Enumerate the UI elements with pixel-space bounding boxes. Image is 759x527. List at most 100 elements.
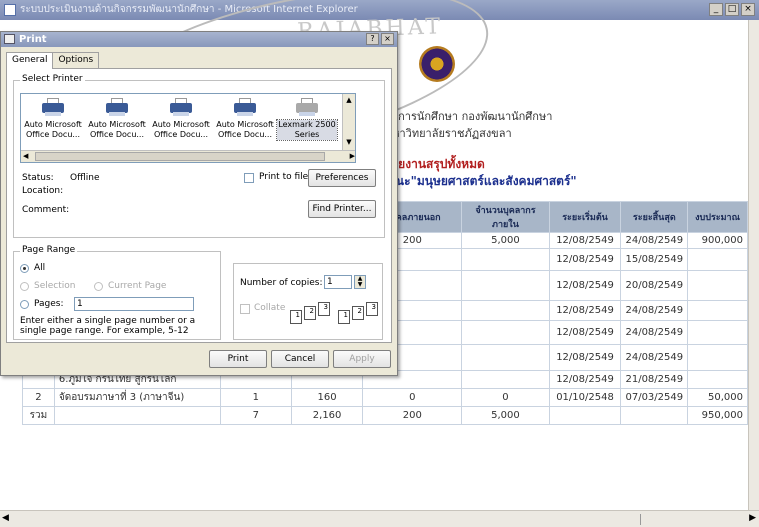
- copies-spinner-icon[interactable]: ▲ ▼: [354, 275, 366, 289]
- printer-item-selected[interactable]: Lexmark 2500 Series: [276, 98, 338, 141]
- page-vertical-scrollbar[interactable]: [748, 20, 759, 510]
- printer-list-hscroll[interactable]: ◀ ▶: [21, 150, 355, 162]
- printer-icon: [168, 98, 194, 116]
- range-selection-radio[interactable]: [20, 282, 29, 291]
- scroll-up-icon[interactable]: ▲: [343, 94, 355, 106]
- range-selection-label: Selection: [34, 281, 76, 291]
- select-printer-group: Select Printer Auto Microsoft Office Doc…: [13, 74, 385, 238]
- table-cell: [461, 344, 550, 371]
- table-cell: 2,160: [290, 406, 364, 425]
- collate-checkbox[interactable]: [240, 304, 250, 314]
- printer-item[interactable]: Auto Microsoft Office Docu...: [23, 98, 83, 140]
- table-cell: 900,000: [687, 232, 748, 249]
- cancel-button[interactable]: Cancel: [271, 350, 329, 368]
- table-cell: [53, 406, 221, 425]
- table-cell: [620, 406, 689, 425]
- table-cell: 5,000: [461, 406, 550, 425]
- printer-icon: [40, 98, 66, 116]
- page-range-hint: Enter either a single page number or a s…: [20, 316, 196, 336]
- page-range-label: Page Range: [20, 245, 78, 255]
- table-cell: 24/08/2549: [620, 320, 689, 345]
- table-cell: [687, 320, 748, 345]
- preferences-button[interactable]: Preferences: [308, 169, 376, 187]
- printer-item[interactable]: Auto Microsoft Office Docu...: [87, 98, 147, 140]
- table-cell: 21/08/2549: [620, 370, 689, 389]
- printer-icon: [4, 34, 15, 44]
- status-label: Status:: [22, 173, 54, 183]
- maximize-button[interactable]: □: [725, 3, 739, 16]
- help-button[interactable]: ?: [366, 33, 379, 45]
- printer-item[interactable]: Auto Microsoft Office Docu...: [151, 98, 211, 140]
- table-cell: 2: [22, 388, 55, 407]
- range-pages-label: Pages:: [34, 299, 64, 309]
- print-button[interactable]: Print: [209, 350, 267, 368]
- table-cell: 12/08/2549: [548, 248, 622, 271]
- printer-list[interactable]: Auto Microsoft Office Docu... Auto Micro…: [20, 93, 356, 163]
- general-tab-panel: Select Printer Auto Microsoft Office Doc…: [6, 68, 392, 343]
- collate-page-icon: 1: [290, 310, 302, 324]
- table-cell: 12/08/2549: [548, 320, 622, 345]
- scroll-left-arrow-icon[interactable]: ◀: [2, 513, 9, 523]
- table-cell: 12/08/2549: [548, 232, 622, 249]
- collate-page-icon: 3: [318, 302, 330, 316]
- page-header-line1: กิจการนักศึกษา กองพัฒนานักศึกษา: [385, 110, 553, 123]
- printer-item[interactable]: Auto Microsoft Office Docu...: [215, 98, 275, 140]
- table-cell: 15/08/2549: [620, 248, 689, 271]
- table-cell: 1: [219, 388, 292, 407]
- table-cell: 12/08/2549: [548, 300, 622, 321]
- printer-name: Auto Microsoft Office Docu...: [152, 120, 210, 139]
- range-all-radio[interactable]: [20, 264, 29, 273]
- table-cell: รวม: [22, 406, 55, 425]
- page-horizontal-scrollbar[interactable]: ◀ ▶: [0, 510, 759, 527]
- table-cell: [687, 248, 748, 271]
- collate-illustration: 1 2 3: [290, 302, 330, 324]
- printer-list-scroll-thumb[interactable]: [35, 152, 325, 161]
- printer-name: Auto Microsoft Office Docu...: [216, 120, 274, 139]
- table-cell: 50,000: [687, 388, 748, 407]
- table-cell: [461, 300, 550, 321]
- find-printer-button[interactable]: Find Printer...: [308, 200, 376, 218]
- table-row: รวม 7 2,160 200 5,000 950,000: [22, 406, 748, 425]
- close-dialog-button[interactable]: ×: [381, 33, 394, 45]
- table-cell: 20/08/2549: [620, 270, 689, 301]
- close-window-button[interactable]: ×: [741, 3, 755, 16]
- select-printer-label: Select Printer: [20, 74, 85, 84]
- comment-label: Comment:: [22, 205, 70, 215]
- printer-list-vscroll[interactable]: ▲ ▼: [342, 94, 355, 150]
- table-cell: 24/08/2549: [620, 232, 689, 249]
- table-cell: [687, 270, 748, 301]
- print-to-file-label: Print to file: [259, 172, 309, 182]
- table-header: ระยะเริ่มต้น: [548, 201, 622, 233]
- tab-general[interactable]: General: [6, 52, 54, 69]
- table-row: 2 จัดอบรมภาษาที่ 3 (ภาษาจีน) 1 160 0 0 01/10/2…: [22, 388, 748, 407]
- dialog-title-bar: Print ? ×: [1, 32, 397, 47]
- collate-page-icon: 2: [304, 306, 316, 320]
- apply-button[interactable]: Apply: [333, 350, 391, 368]
- copies-input[interactable]: 1: [324, 275, 352, 289]
- pages-input[interactable]: 1: [74, 297, 194, 311]
- browser-title-bar: ระบบประเมินงานด้านกิจกรรมพัฒนานักศึกษา -…: [0, 0, 759, 20]
- collate-page-icon: 3: [366, 302, 378, 316]
- minimize-button[interactable]: _: [709, 3, 723, 16]
- table-cell: 7: [219, 406, 292, 425]
- collate-page-icon: 2: [352, 306, 364, 320]
- table-cell: [461, 270, 550, 301]
- range-current-page-label: Current Page: [108, 281, 167, 291]
- printer-name: Auto Microsoft Office Docu...: [88, 120, 146, 139]
- tab-options[interactable]: Options: [52, 52, 100, 69]
- scroll-left-icon[interactable]: ◀: [23, 151, 28, 162]
- table-cell: 24/08/2549: [620, 344, 689, 371]
- scroll-right-icon[interactable]: ▶: [350, 151, 355, 162]
- copies-label: Number of copies:: [240, 278, 323, 288]
- scroll-thumb[interactable]: [640, 514, 720, 525]
- scroll-right-arrow-icon[interactable]: ▶: [749, 513, 756, 523]
- table-header: จำนวนบุคลากรภายใน: [461, 201, 550, 233]
- range-pages-radio[interactable]: [20, 300, 29, 309]
- scroll-down-icon[interactable]: ▼: [343, 136, 355, 148]
- browser-title: ระบบประเมินงานด้านกิจกรรมพัฒนานักศึกษา -…: [20, 4, 358, 15]
- table-cell: 12/08/2549: [548, 344, 622, 371]
- table-cell: [687, 370, 748, 389]
- print-to-file-checkbox[interactable]: [244, 173, 254, 183]
- location-label: Location:: [22, 186, 64, 196]
- range-current-page-radio[interactable]: [94, 282, 103, 291]
